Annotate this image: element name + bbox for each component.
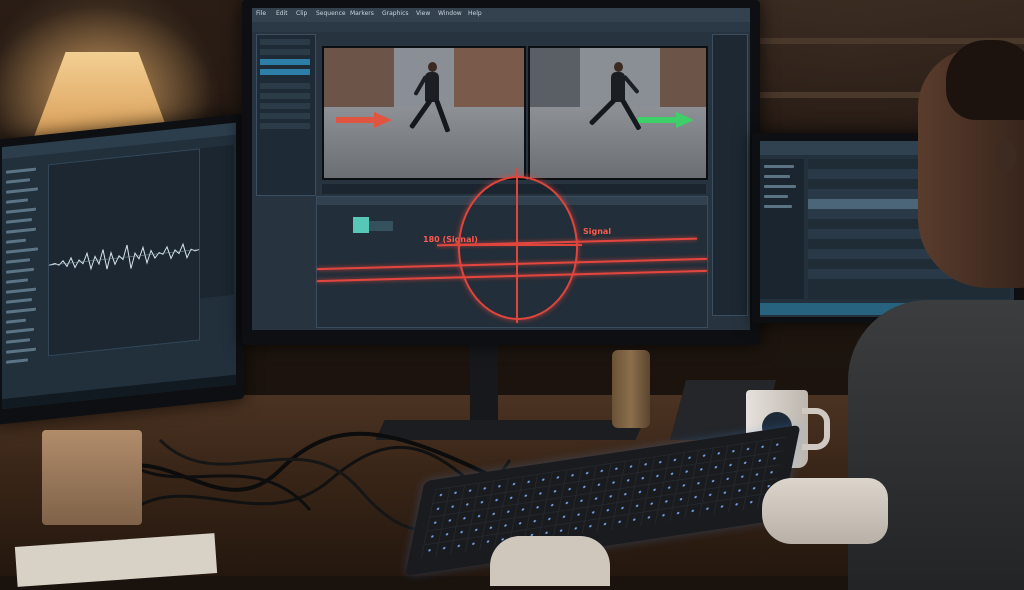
runner-head (614, 62, 623, 72)
list-item[interactable] (6, 298, 32, 304)
program-viewer[interactable] (528, 46, 708, 180)
arrow-right-green-icon (638, 112, 694, 128)
list-item[interactable] (6, 207, 36, 214)
list-item[interactable] (260, 39, 310, 45)
list-item[interactable] (6, 358, 28, 364)
menu-sequence[interactable]: Sequence (316, 10, 346, 17)
power-adapter (42, 430, 142, 525)
list-item[interactable] (260, 123, 310, 129)
effect-controls-panel[interactable] (712, 34, 748, 316)
list-item[interactable] (6, 178, 30, 184)
list-item[interactable] (6, 167, 36, 174)
list-item[interactable] (6, 198, 28, 204)
menu-view[interactable]: View (416, 10, 430, 17)
background-building (530, 48, 580, 113)
list-item[interactable] (6, 338, 30, 344)
list-item[interactable] (6, 327, 34, 334)
menu-file[interactable]: File (256, 10, 266, 17)
list-item[interactable] (260, 83, 310, 89)
editor-toolbar[interactable] (252, 22, 750, 32)
list-item[interactable] (764, 185, 796, 188)
list-item[interactable] (6, 267, 34, 274)
list-item[interactable] (764, 205, 792, 208)
list-item[interactable] (260, 113, 310, 119)
left-side-panel[interactable] (200, 144, 234, 299)
list-item[interactable] (6, 238, 26, 244)
editor-menubar: File Edit Clip Sequence Markers Graphics… (252, 8, 750, 22)
menu-clip[interactable]: Clip (296, 10, 307, 17)
list-item[interactable] (6, 227, 36, 234)
list-item[interactable] (6, 278, 28, 284)
list-item[interactable] (260, 49, 310, 55)
list-item[interactable] (764, 195, 788, 198)
list-item[interactable] (764, 165, 794, 168)
left-monitor (0, 113, 244, 425)
list-item[interactable] (6, 247, 38, 254)
menu-edit[interactable]: Edit (276, 10, 288, 17)
menu-markers[interactable]: Markers (350, 10, 374, 17)
background-building (324, 48, 394, 113)
person-torso (848, 300, 1024, 590)
list-item[interactable] (6, 307, 36, 314)
audio-waveform-panel[interactable] (48, 148, 200, 357)
overlay-label-right: Signal (583, 227, 612, 236)
list-item[interactable] (6, 258, 30, 264)
runner-head (428, 62, 437, 72)
person-hair (946, 40, 1024, 120)
video-clip[interactable] (353, 217, 369, 233)
list-item[interactable] (6, 287, 36, 294)
crosshair-icon (458, 176, 578, 320)
mug-handle (802, 408, 830, 450)
left-file-list[interactable] (2, 163, 46, 408)
list-item[interactable] (6, 347, 36, 354)
list-item-selected[interactable] (260, 59, 310, 65)
left-monitor-screen (2, 122, 236, 410)
audio-waveform (49, 242, 199, 271)
left-hand (490, 536, 610, 586)
list-item[interactable] (764, 175, 790, 178)
menu-help[interactable]: Help (468, 10, 482, 17)
right-hand-on-mouse (762, 478, 888, 544)
video-editor-screen: File Edit Clip Sequence Markers Graphics… (252, 8, 750, 330)
person-ear (996, 140, 1016, 172)
menu-window[interactable]: Window (438, 10, 462, 17)
thermos (612, 350, 650, 428)
background-building (660, 48, 706, 113)
source-viewer[interactable] (322, 46, 526, 180)
list-item[interactable] (260, 103, 310, 109)
list-item[interactable] (6, 187, 38, 194)
list-item[interactable] (260, 93, 310, 99)
center-monitor: File Edit Clip Sequence Markers Graphics… (242, 0, 760, 345)
menu-graphics[interactable]: Graphics (382, 10, 409, 17)
background-building (454, 48, 524, 113)
list-item-selected[interactable] (260, 69, 310, 75)
list-item[interactable] (6, 218, 32, 224)
list-item[interactable] (6, 318, 26, 324)
crosshair-horizontal-line (452, 244, 582, 246)
audio-clip[interactable] (369, 221, 393, 231)
project-panel[interactable] (256, 34, 316, 196)
arrow-right-red-icon (336, 112, 392, 128)
right-file-list[interactable] (760, 159, 804, 299)
